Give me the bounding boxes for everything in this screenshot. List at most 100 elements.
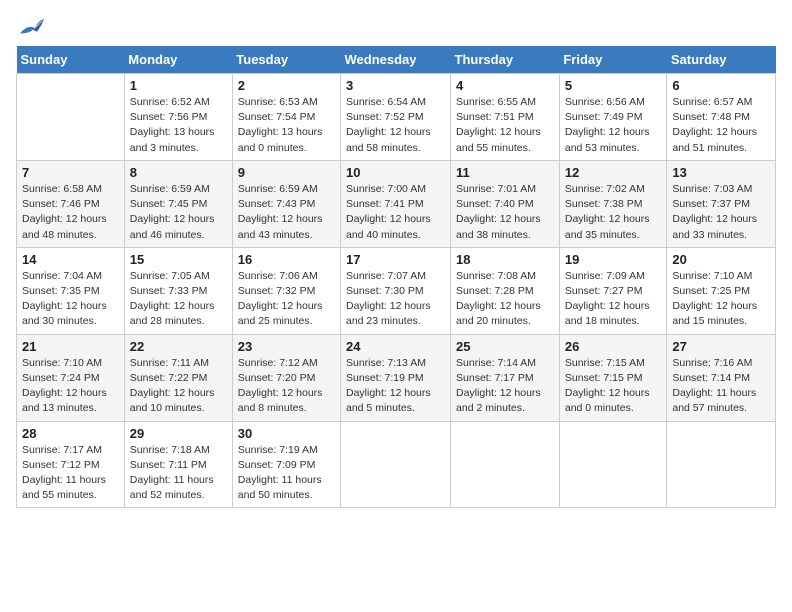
day-info: Sunrise: 7:19 AM Sunset: 7:09 PM Dayligh… [238,443,335,504]
day-number: 3 [346,78,445,93]
calendar-cell: 14 Sunrise: 7:04 AM Sunset: 7:35 PM Dayli… [17,247,125,334]
day-number: 21 [22,339,119,354]
day-info: Sunrise: 6:53 AM Sunset: 7:54 PM Dayligh… [238,95,335,156]
calendar-cell [667,421,776,508]
day-number: 23 [238,339,335,354]
day-info: Sunrise: 7:07 AM Sunset: 7:30 PM Dayligh… [346,269,445,330]
day-number: 18 [456,252,554,267]
day-info: Sunrise: 7:09 AM Sunset: 7:27 PM Dayligh… [565,269,662,330]
day-info: Sunrise: 7:11 AM Sunset: 7:22 PM Dayligh… [130,356,227,417]
day-number: 1 [130,78,227,93]
day-info: Sunrise: 7:03 AM Sunset: 7:37 PM Dayligh… [672,182,770,243]
calendar-cell: 20 Sunrise: 7:10 AM Sunset: 7:25 PM Dayli… [667,247,776,334]
day-number: 24 [346,339,445,354]
day-info: Sunrise: 7:14 AM Sunset: 7:17 PM Dayligh… [456,356,554,417]
day-info: Sunrise: 7:17 AM Sunset: 7:12 PM Dayligh… [22,443,119,504]
day-info: Sunrise: 7:05 AM Sunset: 7:33 PM Dayligh… [130,269,227,330]
day-number: 19 [565,252,662,267]
page-header [16,16,776,34]
day-info: Sunrise: 7:13 AM Sunset: 7:19 PM Dayligh… [346,356,445,417]
day-number: 7 [22,165,119,180]
calendar-week-4: 21 Sunrise: 7:10 AM Sunset: 7:24 PM Dayli… [17,334,776,421]
day-number: 17 [346,252,445,267]
day-info: Sunrise: 7:04 AM Sunset: 7:35 PM Dayligh… [22,269,119,330]
day-number: 2 [238,78,335,93]
day-number: 15 [130,252,227,267]
day-of-week-saturday: Saturday [667,46,776,74]
calendar-cell: 17 Sunrise: 7:07 AM Sunset: 7:30 PM Dayli… [341,247,451,334]
calendar-cell: 5 Sunrise: 6:56 AM Sunset: 7:49 PM Daylig… [559,74,667,161]
day-number: 26 [565,339,662,354]
calendar-cell: 15 Sunrise: 7:05 AM Sunset: 7:33 PM Dayli… [124,247,232,334]
calendar-cell: 19 Sunrise: 7:09 AM Sunset: 7:27 PM Dayli… [559,247,667,334]
day-number: 5 [565,78,662,93]
calendar-cell: 6 Sunrise: 6:57 AM Sunset: 7:48 PM Daylig… [667,74,776,161]
day-info: Sunrise: 6:59 AM Sunset: 7:45 PM Dayligh… [130,182,227,243]
calendar-cell: 1 Sunrise: 6:52 AM Sunset: 7:56 PM Daylig… [124,74,232,161]
day-number: 28 [22,426,119,441]
day-number: 6 [672,78,770,93]
day-number: 8 [130,165,227,180]
day-info: Sunrise: 6:57 AM Sunset: 7:48 PM Dayligh… [672,95,770,156]
calendar-cell: 22 Sunrise: 7:11 AM Sunset: 7:22 PM Dayli… [124,334,232,421]
day-number: 27 [672,339,770,354]
calendar-week-1: 1 Sunrise: 6:52 AM Sunset: 7:56 PM Daylig… [17,74,776,161]
calendar-cell: 27 Sunrise: 7:16 AM Sunset: 7:14 PM Dayli… [667,334,776,421]
day-number: 10 [346,165,445,180]
day-number: 30 [238,426,335,441]
day-of-week-thursday: Thursday [451,46,560,74]
day-info: Sunrise: 7:16 AM Sunset: 7:14 PM Dayligh… [672,356,770,417]
calendar-cell: 11 Sunrise: 7:01 AM Sunset: 7:40 PM Dayli… [451,160,560,247]
day-number: 13 [672,165,770,180]
calendar-cell: 3Sunrise: 6:54 AM Sunset: 7:52 PM Daylig… [341,74,451,161]
logo [16,16,46,34]
calendar-cell: 18 Sunrise: 7:08 AM Sunset: 7:28 PM Dayli… [451,247,560,334]
day-number: 11 [456,165,554,180]
calendar-cell: 21 Sunrise: 7:10 AM Sunset: 7:24 PM Dayli… [17,334,125,421]
day-of-week-monday: Monday [124,46,232,74]
day-info: Sunrise: 7:06 AM Sunset: 7:32 PM Dayligh… [238,269,335,330]
day-info: Sunrise: 6:59 AM Sunset: 7:43 PM Dayligh… [238,182,335,243]
calendar-cell: 24 Sunrise: 7:13 AM Sunset: 7:19 PM Dayli… [341,334,451,421]
calendar-cell [451,421,560,508]
calendar-cell: 26 Sunrise: 7:15 AM Sunset: 7:15 PM Dayli… [559,334,667,421]
calendar-table: SundayMondayTuesdayWednesdayThursdayFrid… [16,46,776,508]
day-number: 25 [456,339,554,354]
day-info: Sunrise: 7:01 AM Sunset: 7:40 PM Dayligh… [456,182,554,243]
calendar-cell: 7 Sunrise: 6:58 AM Sunset: 7:46 PM Daylig… [17,160,125,247]
day-info: Sunrise: 7:15 AM Sunset: 7:15 PM Dayligh… [565,356,662,417]
day-number: 16 [238,252,335,267]
calendar-cell: 29 Sunrise: 7:18 AM Sunset: 7:11 PM Dayli… [124,421,232,508]
calendar-cell: 13 Sunrise: 7:03 AM Sunset: 7:37 PM Dayli… [667,160,776,247]
calendar-cell: 8 Sunrise: 6:59 AM Sunset: 7:45 PM Daylig… [124,160,232,247]
day-info: Sunrise: 7:10 AM Sunset: 7:25 PM Dayligh… [672,269,770,330]
calendar-header: SundayMondayTuesdayWednesdayThursdayFrid… [17,46,776,74]
calendar-cell: 16 Sunrise: 7:06 AM Sunset: 7:32 PM Dayli… [232,247,340,334]
day-info: Sunrise: 6:56 AM Sunset: 7:49 PM Dayligh… [565,95,662,156]
day-info: Sunrise: 7:10 AM Sunset: 7:24 PM Dayligh… [22,356,119,417]
day-info: Sunrise: 6:52 AM Sunset: 7:56 PM Dayligh… [130,95,227,156]
day-of-week-friday: Friday [559,46,667,74]
calendar-week-5: 28 Sunrise: 7:17 AM Sunset: 7:12 PM Dayli… [17,421,776,508]
day-info: Sunrise: 7:00 AM Sunset: 7:41 PM Dayligh… [346,182,445,243]
calendar-cell [17,74,125,161]
calendar-cell: 28 Sunrise: 7:17 AM Sunset: 7:12 PM Dayli… [17,421,125,508]
day-number: 29 [130,426,227,441]
day-info: Sunrise: 7:02 AM Sunset: 7:38 PM Dayligh… [565,182,662,243]
day-of-week-tuesday: Tuesday [232,46,340,74]
day-number: 4 [456,78,554,93]
calendar-body: 1 Sunrise: 6:52 AM Sunset: 7:56 PM Daylig… [17,74,776,508]
day-info: Sunrise: 7:18 AM Sunset: 7:11 PM Dayligh… [130,443,227,504]
day-number: 14 [22,252,119,267]
day-info: Sunrise: 6:55 AM Sunset: 7:51 PM Dayligh… [456,95,554,156]
day-number: 22 [130,339,227,354]
day-info: Sunrise: 7:08 AM Sunset: 7:28 PM Dayligh… [456,269,554,330]
day-number: 20 [672,252,770,267]
calendar-cell: 9 Sunrise: 6:59 AM Sunset: 7:43 PM Daylig… [232,160,340,247]
day-info: Sunrise: 7:12 AM Sunset: 7:20 PM Dayligh… [238,356,335,417]
day-info: Sunrise: 6:58 AM Sunset: 7:46 PM Dayligh… [22,182,119,243]
day-of-week-sunday: Sunday [17,46,125,74]
calendar-cell: 10 Sunrise: 7:00 AM Sunset: 7:41 PM Dayli… [341,160,451,247]
calendar-cell: 4 Sunrise: 6:55 AM Sunset: 7:51 PM Daylig… [451,74,560,161]
day-number: 9 [238,165,335,180]
